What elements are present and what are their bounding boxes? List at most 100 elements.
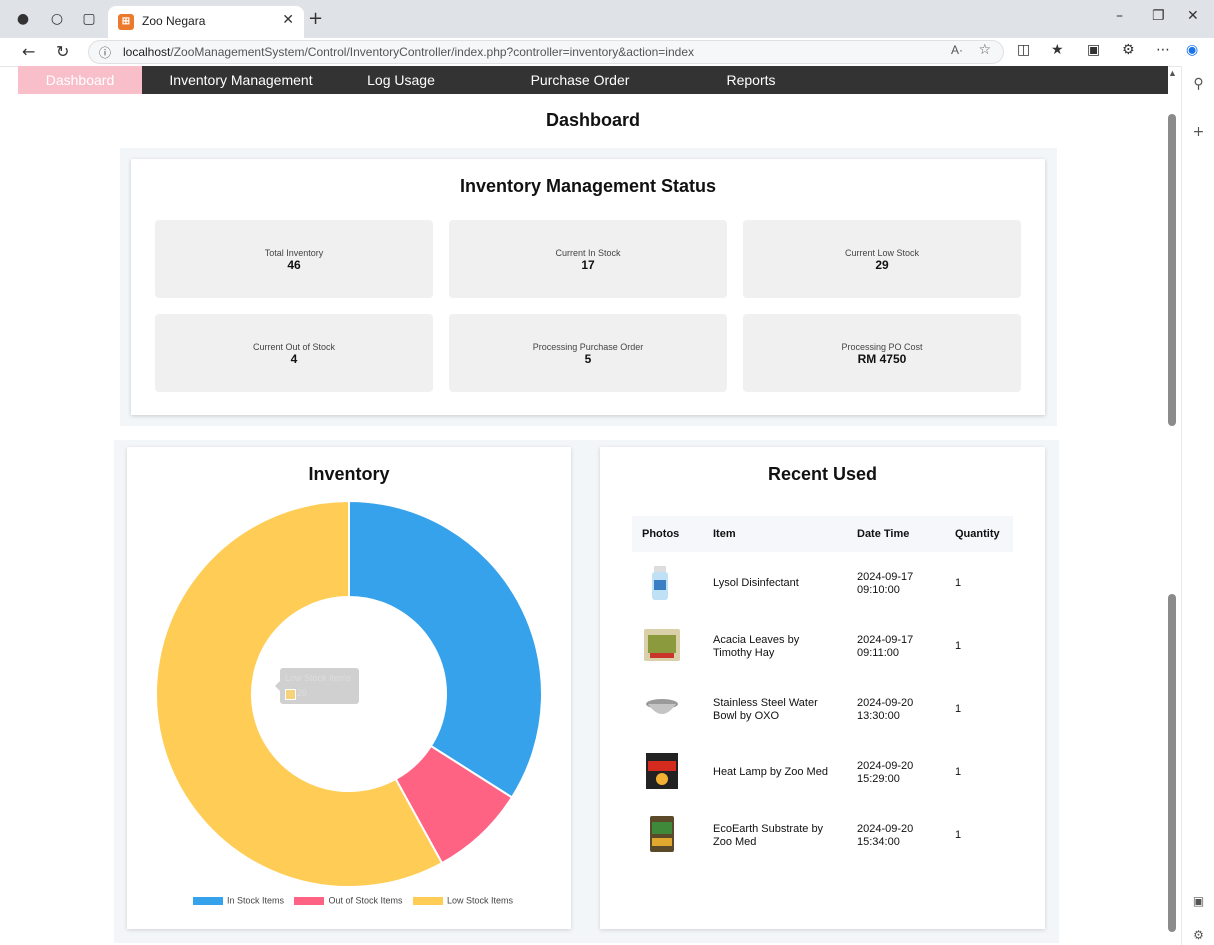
more-options-icon[interactable]: ⋯ (1156, 42, 1170, 58)
favorites-icon[interactable]: ★ (1051, 42, 1064, 58)
quantity: 1 (955, 640, 962, 652)
tile-label: Current In Stock (555, 248, 621, 258)
nav-log-usage[interactable]: Log Usage (358, 66, 444, 94)
time: 13:30:00 (857, 709, 900, 722)
add-sidebar-icon[interactable]: + (1182, 124, 1214, 140)
back-icon[interactable]: ← (22, 42, 35, 61)
read-aloud-icon[interactable]: A· (951, 43, 963, 57)
url-input[interactable]: ⓘ localhost/ZooManagementSystem/Control/… (88, 40, 1004, 64)
status-title: Inventory Management Status (459, 176, 717, 196)
item-name: EcoEarth Substrate by Zoo Med (713, 822, 824, 848)
scroll-up-icon[interactable]: ▲ (1168, 68, 1177, 78)
nav-reports[interactable]: Reports (718, 66, 784, 94)
steel-bowl-photo-icon (642, 688, 678, 728)
split-screen-icon[interactable]: ◫ (1017, 42, 1030, 58)
refresh-icon[interactable]: ↻ (56, 42, 69, 61)
legend-label-in-stock[interactable]: In Stock Items (227, 896, 284, 906)
chart-tooltip: Low Stock Items 29 (275, 668, 359, 704)
legend-swatch-in-stock[interactable] (192, 896, 223, 905)
col-quantity: Quantity (945, 516, 1013, 552)
new-tab-icon[interactable]: + (308, 8, 323, 29)
recent-used-table: Photos Item Date Time Quantity Lysol Dis… (632, 516, 1013, 867)
col-date-time: Date Time (847, 516, 945, 552)
close-window-icon[interactable]: ✕ (1187, 8, 1199, 24)
tile-value: 4 (290, 352, 298, 366)
legend-label-out-of-stock[interactable]: Out of Stock Items (328, 896, 402, 906)
browser-tab-bar: ● ○ ▢ ⊞ Zoo Negara ✕ + – ❐ ✕ (0, 0, 1214, 38)
tile-processing-purchase-order: Processing Purchase Order 5 (449, 314, 727, 392)
url-path: /ZooManagementSystem/Control/InventoryCo… (170, 45, 694, 59)
tile-current-in-stock: Current In Stock 17 (449, 220, 727, 298)
tile-value: 17 (581, 258, 595, 272)
item-name: Lysol Disinfectant (713, 577, 799, 589)
legend-label-low-stock[interactable]: Low Stock Items (447, 896, 513, 906)
browser-sidebar: ⚲ + ▣ ⚙ (1181, 66, 1214, 945)
tooltip-swatch (285, 689, 296, 700)
quantity: 1 (955, 703, 962, 715)
table-row: Stainless Steel Water Bowl by OXO 2024-0… (632, 678, 1013, 741)
item-name: Acacia Leaves by Timothy Hay (713, 633, 800, 659)
table-row: Lysol Disinfectant 2024-09-17 09:10:00 1 (632, 552, 1013, 615)
nav-inventory-management[interactable]: Inventory Management (166, 66, 316, 94)
item-name: Heat Lamp by Zoo Med (713, 766, 828, 778)
browser-tab[interactable]: ⊞ Zoo Negara ✕ (108, 6, 304, 38)
xampp-favicon-icon: ⊞ (118, 14, 134, 30)
settings-icon[interactable]: ⚙ (1182, 928, 1214, 942)
tile-value: 5 (584, 352, 592, 366)
profile-icon[interactable]: ● (14, 10, 32, 28)
tile-label: Processing PO Cost (841, 342, 923, 352)
quantity: 1 (955, 577, 962, 589)
leaves-bag-photo-icon (642, 625, 680, 665)
time: 09:10:00 (857, 583, 900, 596)
scrollbar-thumb-bottom[interactable] (1168, 594, 1176, 932)
close-tab-icon[interactable]: ✕ (282, 12, 294, 28)
collections-icon[interactable]: ▣ (1087, 42, 1100, 58)
tile-total-inventory: Total Inventory 46 (155, 220, 433, 298)
search-icon[interactable]: ⚲ (1182, 76, 1214, 92)
tab-actions-icon[interactable]: ▢ (80, 10, 98, 28)
date: 2024-09-17 (857, 633, 914, 646)
date: 2024-09-20 (857, 696, 914, 709)
substrate-bag-photo-icon (642, 814, 678, 854)
tile-value: 46 (287, 258, 301, 272)
tab-title: Zoo Negara (142, 14, 206, 28)
recent-used-title: Recent Used (767, 464, 878, 484)
tooltip-value: 29 (297, 688, 308, 698)
copilot-icon[interactable]: ◉ (1186, 42, 1198, 58)
favorite-star-icon[interactable]: ☆ (978, 42, 991, 58)
col-item: Item (703, 516, 847, 552)
tile-value: RM 4750 (857, 352, 907, 366)
donut-slice-in-stock-items[interactable] (348, 499, 543, 799)
table-row: EcoEarth Substrate by Zoo Med 2024-09-20… (632, 804, 1013, 867)
table-row: Heat Lamp by Zoo Med 2024-09-20 15:29:00 … (632, 741, 1013, 804)
tile-current-low-stock: Current Low Stock 29 (743, 220, 1021, 298)
nav-purchase-order-management[interactable]: Purchase Order Management (490, 66, 670, 116)
url-host: localhost (123, 45, 171, 59)
screenshot-icon[interactable]: ▣ (1182, 894, 1214, 908)
tile-label: Current Low Stock (844, 248, 920, 258)
workspaces-icon[interactable]: ○ (48, 10, 66, 28)
date: 2024-09-17 (857, 570, 914, 583)
tooltip-title: Low Stock Items (285, 673, 352, 683)
tile-label: Total Inventory (264, 248, 324, 258)
minimize-icon[interactable]: – (1116, 8, 1123, 24)
extensions-icon[interactable]: ⚙ (1122, 42, 1135, 58)
restore-icon[interactable]: ❐ (1152, 8, 1165, 24)
page-title: Dashboard (545, 110, 641, 130)
main-nav: Dashboard Inventory Management Log Usage… (18, 66, 1168, 116)
table-header-row: Photos Item Date Time Quantity (632, 516, 1013, 552)
legend-swatch-out-of-stock[interactable] (294, 896, 325, 905)
quantity: 1 (955, 829, 962, 841)
legend-swatch-low-stock[interactable] (413, 896, 444, 905)
spray-bottle-photo-icon (642, 562, 678, 602)
time: 15:34:00 (857, 835, 900, 848)
tile-value: 29 (875, 258, 889, 272)
scrollbar-thumb-top[interactable] (1168, 114, 1176, 426)
site-info-icon[interactable]: ⓘ (99, 44, 111, 61)
nav-dashboard[interactable]: Dashboard (18, 66, 142, 94)
tile-label: Current Out of Stock (252, 342, 336, 352)
time: 15:29:00 (857, 772, 900, 785)
tile-processing-po-cost: Processing PO Cost RM 4750 (743, 314, 1021, 392)
tile-current-out-of-stock: Current Out of Stock 4 (155, 314, 433, 392)
heat-lamp-box-photo-icon (642, 751, 678, 791)
